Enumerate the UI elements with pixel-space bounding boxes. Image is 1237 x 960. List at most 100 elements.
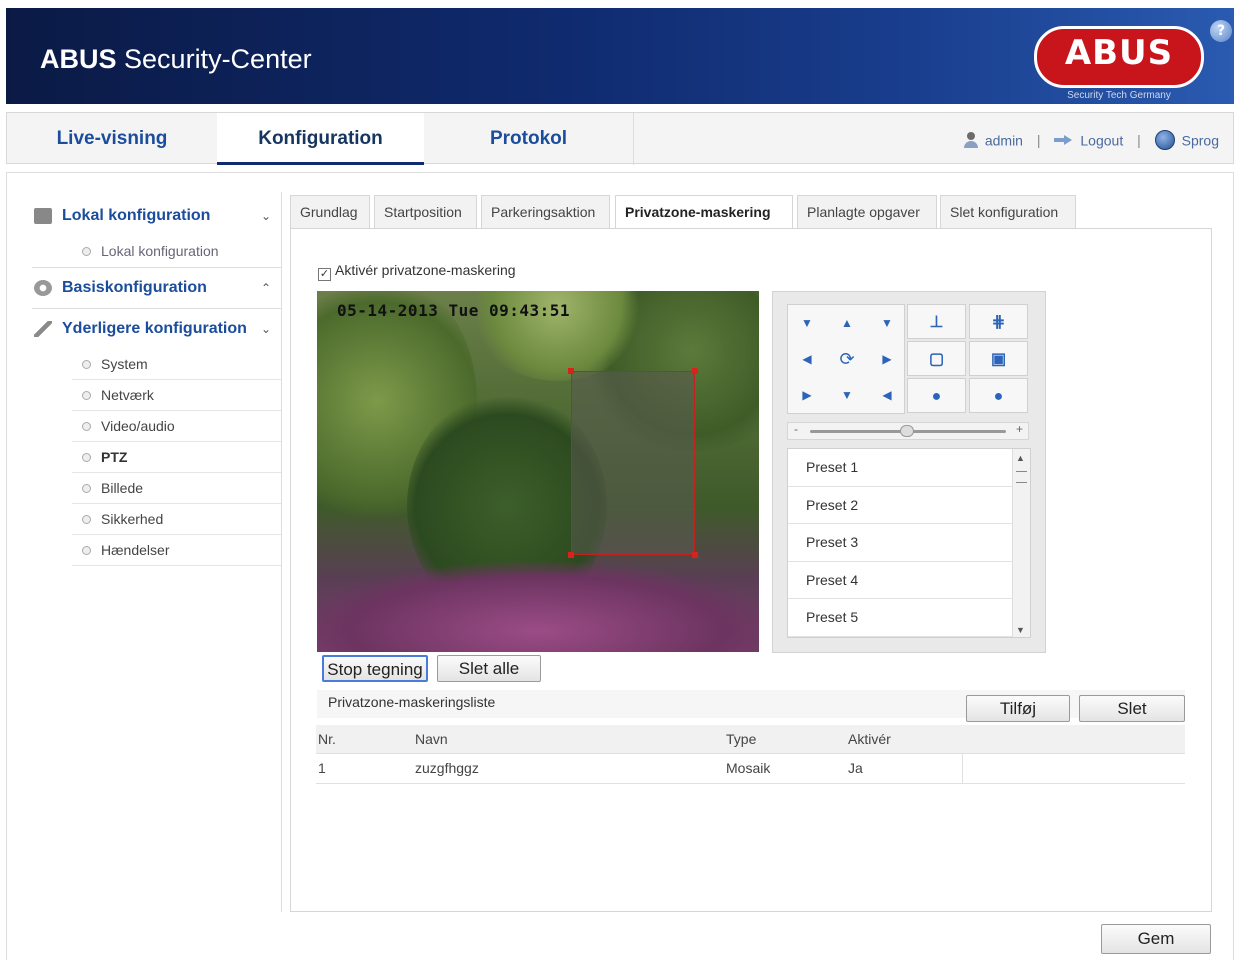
- video-timestamp: 05-14-2013 Tue 09:43:51: [337, 301, 571, 320]
- tab-delete-config[interactable]: Slet konfiguration: [940, 195, 1076, 228]
- tab-protocol[interactable]: Protokol: [424, 113, 634, 165]
- main-navigation: Live-visning Konfiguration Protokol admi…: [6, 112, 1234, 165]
- ptz-control-panel: ▼ ▲ ▼ ◀ ⟳ ▶ ▶ ▼ ◀ ⊥ ⋕ ▢ ▣ ● ● - + Preset…: [772, 291, 1046, 653]
- delete-all-button[interactable]: Slet alle: [437, 655, 541, 682]
- pan-down-right-icon[interactable]: ◀: [868, 377, 906, 413]
- bullet-icon: [82, 360, 91, 369]
- bullet-icon: [82, 453, 91, 462]
- tab-start-position[interactable]: Startposition: [374, 195, 477, 228]
- sidebar-item-video-audio[interactable]: Video/audio: [72, 411, 281, 442]
- bullet-icon: [82, 484, 91, 493]
- cell-nr: 1: [316, 752, 413, 784]
- iris-open-icon[interactable]: ▣: [969, 341, 1028, 376]
- sidebar-item-network[interactable]: Netværk: [72, 380, 281, 411]
- focus-near-icon[interactable]: ⊥: [907, 304, 966, 339]
- pan-down-left-icon[interactable]: ▶: [788, 377, 826, 413]
- camera-config-icon: [34, 208, 52, 224]
- chevron-up-icon: ⌃: [260, 281, 271, 295]
- help-icon[interactable]: ?: [1210, 20, 1232, 42]
- sidebar: Lokal konfiguration ⌄ Lokal konfiguratio…: [24, 192, 282, 912]
- cell-name: zuzgfhggz: [413, 752, 724, 784]
- auto-pan-icon[interactable]: ⟳: [828, 341, 866, 377]
- mask-table: Nr. Navn Type Aktivér 1 zuzgfhggz Mosaik…: [316, 725, 1185, 784]
- sidebar-item-security[interactable]: Sikkerhed: [72, 504, 281, 535]
- ptz-speed-slider[interactable]: - +: [787, 422, 1029, 440]
- zoom-out-icon[interactable]: ●: [969, 378, 1028, 413]
- preset-item[interactable]: Preset 5: [788, 599, 1012, 637]
- stop-drawing-button[interactable]: Stop tegning: [322, 655, 428, 682]
- bullet-icon: [82, 391, 91, 400]
- enable-privacy-mask-label: Aktivér privatzone-maskering: [335, 262, 516, 278]
- privacy-mask-area[interactable]: [568, 368, 698, 558]
- tab-park-action[interactable]: Parkeringsaktion: [481, 195, 610, 228]
- preset-item[interactable]: Preset 2: [788, 487, 1012, 524]
- mask-handle[interactable]: [568, 368, 574, 374]
- preset-item[interactable]: Preset 3: [788, 524, 1012, 562]
- sidebar-item-local-config[interactable]: Lokal konfiguration: [72, 236, 281, 267]
- language-link[interactable]: Sprog: [1182, 132, 1219, 148]
- column-header-empty: [962, 725, 1185, 753]
- add-mask-button[interactable]: Tilføj: [966, 695, 1070, 722]
- separator: |: [1036, 132, 1041, 149]
- cell-enabled: Ja: [846, 752, 962, 784]
- username-link[interactable]: admin: [985, 132, 1023, 148]
- cell-type: Mosaik: [724, 752, 846, 784]
- slider-handle[interactable]: [900, 425, 914, 437]
- app-title: ABUS Security-Center: [40, 44, 312, 75]
- mask-handle[interactable]: [692, 552, 698, 558]
- sidebar-section-label: Basiskonfiguration: [62, 279, 207, 296]
- tab-scheduled-tasks[interactable]: Planlagte opgaver: [797, 195, 937, 228]
- sidebar-item-system[interactable]: System: [72, 349, 281, 380]
- gear-icon: [34, 280, 52, 296]
- save-button[interactable]: Gem: [1101, 924, 1211, 954]
- preset-item[interactable]: Preset 4: [788, 562, 1012, 599]
- delete-mask-button[interactable]: Slet: [1079, 695, 1185, 722]
- sidebar-item-label: Hændelser: [101, 542, 170, 558]
- preset-item[interactable]: Preset 1: [788, 449, 1012, 487]
- mask-handle[interactable]: [568, 552, 574, 558]
- sidebar-section-basic-config[interactable]: Basiskonfiguration ⌃: [24, 268, 281, 308]
- enable-privacy-mask-checkbox[interactable]: ✓: [318, 268, 331, 281]
- preset-scrollbar[interactable]: ▲ ▼: [1012, 449, 1030, 637]
- ptz-direction-pad: ▼ ▲ ▼ ◀ ⟳ ▶ ▶ ▼ ◀: [787, 304, 905, 414]
- pan-right-icon[interactable]: ▶: [868, 341, 906, 377]
- tab-privacy-mask[interactable]: Privatzone-maskering: [615, 195, 793, 229]
- logout-link[interactable]: Logout: [1080, 132, 1123, 148]
- tab-configuration[interactable]: Konfiguration: [217, 113, 424, 165]
- sidebar-item-label: Billede: [101, 480, 144, 496]
- pan-up-right-icon[interactable]: ▼: [868, 305, 906, 341]
- flowerbed: [317, 561, 759, 652]
- pan-left-icon[interactable]: ◀: [788, 341, 826, 377]
- sidebar-item-ptz[interactable]: PTZ: [72, 442, 281, 473]
- scrollbar-thumb[interactable]: [1016, 471, 1027, 483]
- focus-far-icon[interactable]: ⋕: [969, 304, 1028, 339]
- logo-text: ABUS: [1064, 33, 1174, 73]
- scroll-down-icon[interactable]: ▼: [1016, 625, 1025, 635]
- scroll-up-icon[interactable]: ▲: [1016, 453, 1025, 463]
- wrench-icon: [34, 321, 52, 337]
- pan-down-icon[interactable]: ▼: [828, 377, 866, 413]
- bullet-icon: [82, 422, 91, 431]
- tab-live-view[interactable]: Live-visning: [7, 113, 217, 165]
- pan-up-icon[interactable]: ▲: [828, 305, 866, 341]
- sidebar-item-label: Sikkerhed: [101, 511, 164, 527]
- cell-empty: [961, 752, 1185, 784]
- app-header: ABUS Security-Center ABUS Security Tech …: [6, 8, 1234, 104]
- app-title-brand: ABUS: [40, 44, 117, 74]
- sidebar-section-local-config[interactable]: Lokal konfiguration ⌄: [24, 196, 281, 236]
- sidebar-section-advanced-config[interactable]: Yderligere konfiguration ⌄: [24, 309, 281, 349]
- table-row[interactable]: 1 zuzgfhggz Mosaik Ja: [316, 752, 1185, 784]
- slider-minus-icon: -: [794, 422, 798, 436]
- sidebar-item-label: Lokal konfiguration: [101, 243, 219, 259]
- bullet-icon: [82, 546, 91, 555]
- logo-tagline: Security Tech Germany: [1067, 90, 1171, 101]
- pan-up-left-icon[interactable]: ▼: [788, 305, 826, 341]
- sidebar-item-image[interactable]: Billede: [72, 473, 281, 504]
- video-preview[interactable]: 05-14-2013 Tue 09:43:51: [317, 291, 759, 652]
- iris-close-icon[interactable]: ▢: [907, 341, 966, 376]
- sidebar-item-events[interactable]: Hændelser: [72, 535, 281, 566]
- tab-basic[interactable]: Grundlag: [290, 195, 370, 228]
- logout-icon: [1054, 135, 1074, 146]
- mask-handle[interactable]: [692, 368, 698, 374]
- zoom-in-icon[interactable]: ●: [907, 378, 966, 413]
